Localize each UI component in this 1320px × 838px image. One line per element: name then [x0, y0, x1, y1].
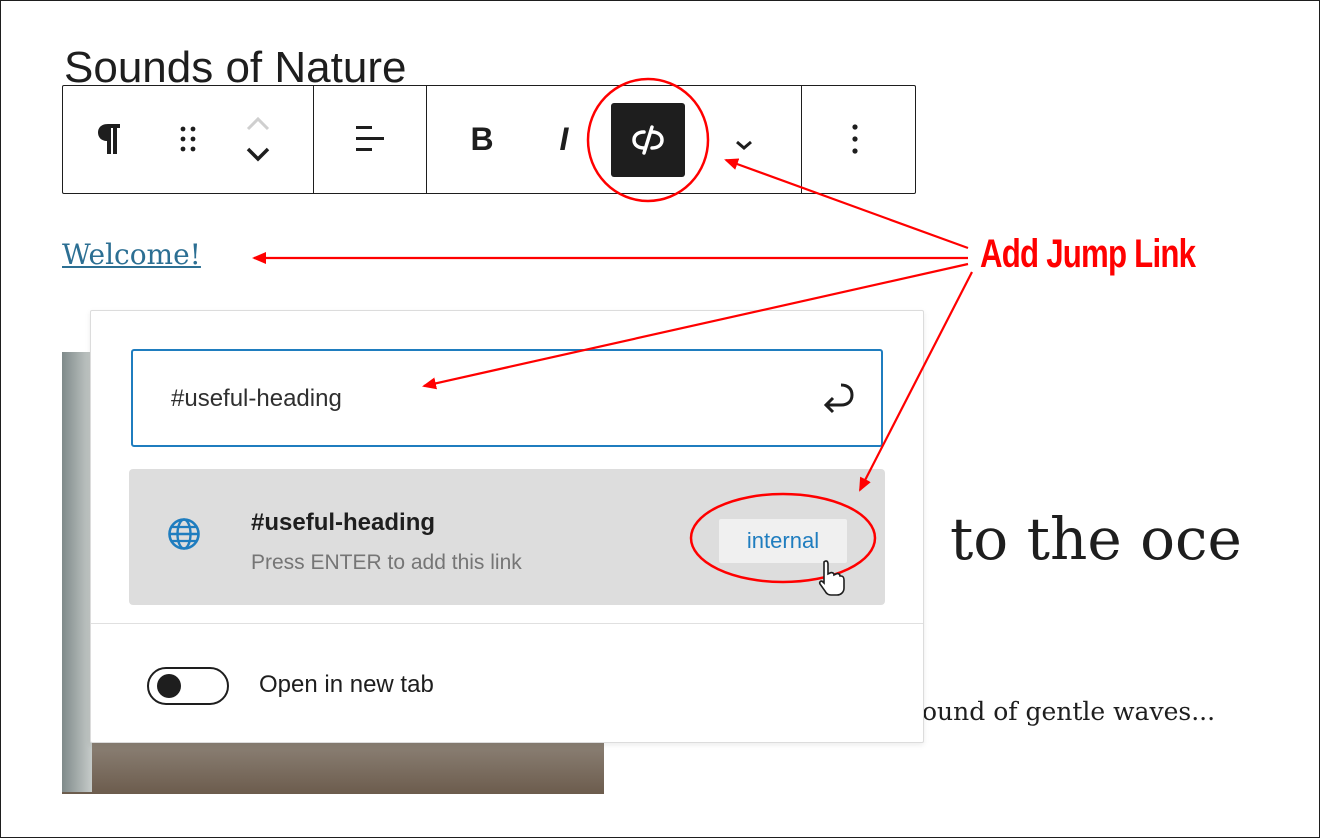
toolbar-group-block — [63, 86, 314, 193]
open-new-tab-toggle[interactable] — [147, 667, 229, 705]
toolbar-group-align — [314, 86, 427, 193]
link-suggestion[interactable]: #useful-heading Press ENTER to add this … — [129, 469, 885, 605]
suggestion-title: #useful-heading — [251, 509, 436, 536]
paragraph-button[interactable] — [85, 112, 135, 166]
toggle-knob — [157, 674, 181, 698]
chevron-up-down-icon — [246, 116, 270, 162]
unlink-icon — [632, 125, 664, 155]
toolbar-group-format: B I — [427, 86, 802, 193]
align-left-icon — [356, 126, 384, 151]
bold-button[interactable]: B — [455, 112, 509, 166]
paragraph-block[interactable]: ound of gentle waves... — [922, 697, 1215, 726]
pilcrow-icon — [98, 124, 120, 154]
suggestion-subtitle: Press ENTER to add this link — [251, 551, 522, 574]
toolbar-group-options — [802, 86, 915, 193]
url-input[interactable]: #useful-heading — [131, 349, 883, 447]
chevron-down-icon — [736, 140, 752, 150]
more-formatting-button[interactable] — [717, 118, 771, 172]
open-new-tab-label: Open in new tab — [259, 671, 434, 698]
align-button[interactable] — [344, 112, 396, 166]
globe-icon — [168, 518, 200, 550]
annotation-label: Add Jump Link — [980, 232, 1196, 276]
drag-handle-button[interactable] — [163, 112, 213, 166]
heading-block[interactable]: to the oce — [950, 505, 1242, 573]
drag-handle-icon — [180, 126, 196, 152]
move-up-down-button[interactable] — [233, 104, 283, 174]
link-button[interactable] — [611, 103, 685, 177]
options-button[interactable] — [828, 112, 882, 166]
cover-image-edge — [62, 352, 92, 792]
more-vertical-icon — [852, 124, 858, 154]
popover-divider — [91, 623, 923, 624]
url-input-value: #useful-heading — [171, 385, 342, 412]
enter-submit-icon[interactable] — [817, 379, 857, 419]
internal-badge: internal — [719, 519, 847, 563]
link-popover: #useful-heading #useful-heading Press EN… — [90, 310, 924, 743]
welcome-link[interactable]: Welcome! — [62, 238, 201, 271]
block-toolbar: B I — [62, 85, 916, 194]
italic-button[interactable]: I — [537, 112, 591, 166]
